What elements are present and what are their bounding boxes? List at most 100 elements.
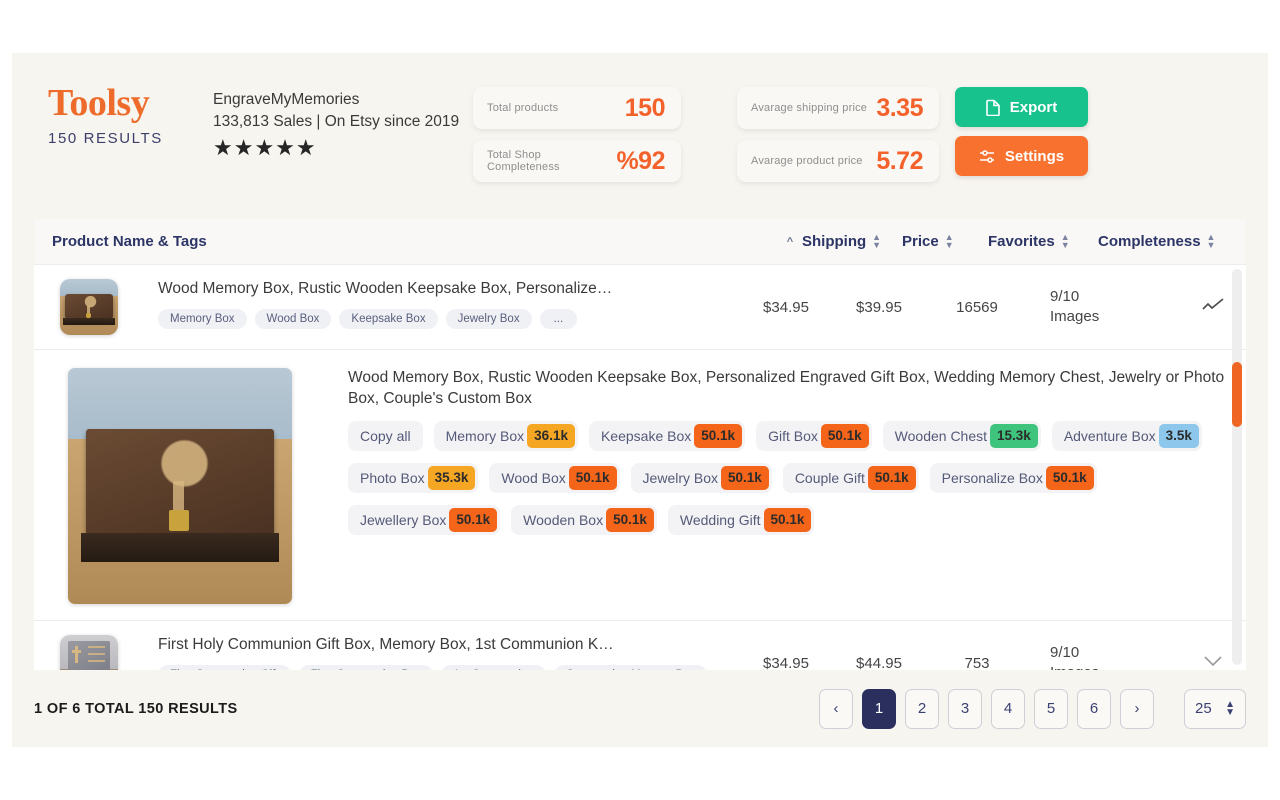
tag-count: 50.1k	[1045, 465, 1094, 490]
price-value: $39.95	[856, 298, 902, 316]
export-button[interactable]: Export	[955, 87, 1088, 127]
table-scrollbar-track[interactable]	[1232, 269, 1242, 665]
brand-logo: Toolsy	[48, 82, 150, 124]
tag-chip[interactable]: Jewellery Box 50.1k	[348, 504, 501, 535]
stat-total-shop-completeness: Total Shop Completeness %92	[473, 140, 681, 182]
tag-count: 50.1k	[820, 423, 869, 448]
tag-chip[interactable]: Keepsake Box	[339, 308, 438, 329]
stat-value: 150	[624, 93, 666, 122]
tag-chip[interactable]: Gift Box 50.1k	[756, 420, 872, 451]
pagination-page-1[interactable]: 1	[862, 688, 896, 729]
brand-results-label: 150 RESULTS	[48, 130, 163, 147]
copy-all-button[interactable]: Copy all	[348, 420, 423, 451]
stat-total-products: Total products 150	[473, 87, 681, 129]
tag-count: 50.1k	[721, 465, 769, 490]
product-image-large	[68, 368, 292, 604]
tag-chip[interactable]: Personalize Box 50.1k	[929, 462, 1097, 493]
tag-count: 50.1k	[568, 465, 617, 490]
tag-chip[interactable]: Jewelry Box 50.1k	[630, 462, 772, 493]
table-row[interactable]: First Holy Communion Gift Box, Memory Bo…	[34, 621, 1246, 670]
tag-count: 35.3k	[427, 465, 476, 490]
pagination-page-5[interactable]: 5	[1034, 688, 1068, 729]
shop-rating-stars: ★★★★★	[213, 135, 317, 160]
shop-meta: 133,813 Sales | On Etsy since 2019	[213, 113, 460, 130]
tag-chip[interactable]: Memory Box	[158, 308, 247, 329]
column-header-price[interactable]: Price ▲ ▼	[902, 233, 988, 250]
tag-more-chip[interactable]: ...	[539, 308, 578, 329]
toolsy-app: Toolsy 150 RESULTS EngraveMyMemories 133…	[12, 53, 1268, 747]
chevron-updown-icon: ▲ ▼	[1225, 698, 1235, 718]
tag-chip[interactable]: Wooden Box 50.1k	[511, 504, 657, 535]
per-page-select[interactable]: 25 ▲ ▼	[1184, 688, 1246, 729]
product-thumbnail	[60, 279, 118, 335]
tag-chip[interactable]: Wooden Chest 15.3k	[882, 420, 1041, 451]
sort-icon: ▲ ▼	[1060, 231, 1070, 250]
sort-icon: ▲ ▼	[1206, 231, 1216, 250]
table-scrollbar-thumb[interactable]	[1232, 362, 1242, 427]
tag-chip[interactable]: Wedding Gift 50.1k	[667, 504, 815, 535]
tag-count: 50.1k	[449, 507, 498, 532]
shipping-value: $34.95	[763, 654, 809, 671]
shop-name: EngraveMyMemories	[213, 91, 360, 108]
tag-label: Jewelry Box	[642, 469, 719, 486]
column-header-shipping[interactable]: Shipping ▲ ▼	[802, 233, 902, 250]
product-info: First Holy Communion Gift Box, Memory Bo…	[118, 635, 736, 670]
completeness-ratio: 9/10	[1050, 643, 1080, 661]
tag-count: 3.5k	[1158, 423, 1199, 448]
product-cell: First Holy Communion Gift Box, Memory Bo…	[52, 621, 736, 670]
pagination-prev-button[interactable]: ‹	[819, 688, 853, 729]
tag-label: Keepsake Box	[600, 427, 692, 444]
tag-label: Adventure Box	[1063, 427, 1156, 444]
stat-group-left: Total products 150 Total Shop Completene…	[473, 71, 681, 182]
tag-label: Wooden Chest	[894, 427, 988, 444]
column-header-favorites[interactable]: Favorites ▲ ▼	[988, 233, 1098, 250]
pagination-page-2[interactable]: 2	[905, 688, 939, 729]
app-header: Toolsy 150 RESULTS EngraveMyMemories 133…	[12, 53, 1268, 219]
tag-chip[interactable]: Adventure Box 3.5k	[1051, 420, 1202, 451]
pagination-next-button[interactable]: ›	[1120, 688, 1154, 729]
table-row[interactable]: Wood Memory Box, Rustic Wooden Keepsake …	[34, 265, 1246, 350]
tag-label: Gift Box	[768, 427, 818, 444]
pagination-page-3[interactable]: 3	[948, 688, 982, 729]
stat-value: 3.35	[876, 93, 923, 122]
column-label: Shipping	[802, 233, 867, 250]
completeness-value: 9/10 Images	[1032, 621, 1180, 670]
tag-count: 50.1k	[763, 507, 812, 532]
sort-caret-up-icon[interactable]: ^	[778, 236, 802, 248]
tag-chip[interactable]: Couple Gift 50.1k	[782, 462, 919, 493]
tag-chip[interactable]: Memory Box 36.1k	[433, 420, 578, 451]
completeness-value: 9/10 Images	[1032, 265, 1180, 349]
settings-button[interactable]: Settings	[955, 136, 1088, 176]
stat-label: Total products	[487, 102, 559, 114]
pagination-page-6[interactable]: 6	[1077, 688, 1111, 729]
table-body: Wood Memory Box, Rustic Wooden Keepsake …	[34, 265, 1246, 670]
tag-chip[interactable]: Keepsake Box 50.1k	[588, 420, 746, 451]
product-tags: Memory Box Wood Box Keepsake Box Jewelry…	[158, 308, 736, 329]
table-header-row: Product Name & Tags ^ Shipping ▲ ▼ Price …	[34, 219, 1246, 265]
results-summary: 1 OF 6 TOTAL 150 RESULTS	[34, 700, 238, 717]
sort-icon: ▲ ▼	[872, 231, 882, 250]
tag-chip[interactable]: Photo Box 35.3k	[348, 462, 479, 493]
copy-all-label: Copy all	[360, 427, 411, 444]
tag-chip[interactable]: Jewelry Box	[445, 308, 532, 329]
stat-group-right: Avarage shipping price 3.35 Avarage prod…	[737, 71, 939, 182]
table-row-expanded[interactable]: Wood Memory Box, Rustic Wooden Keepsake …	[34, 350, 1246, 621]
tag-chip[interactable]: Wood Box	[254, 308, 332, 329]
per-page-value: 25	[1195, 700, 1212, 717]
product-info: Wood Memory Box, Rustic Wooden Keepsake …	[292, 368, 1246, 604]
product-title: Wood Memory Box, Rustic Wooden Keepsake …	[348, 369, 1225, 407]
tag-chip[interactable]: Wood Box 50.1k	[489, 462, 620, 493]
sort-icon: ▲ ▼	[944, 231, 954, 250]
price-value: $44.95	[856, 654, 902, 671]
export-button-label: Export	[1009, 98, 1058, 116]
completeness-unit: Images	[1050, 308, 1100, 325]
products-panel: Product Name & Tags ^ Shipping ▲ ▼ Price …	[34, 219, 1246, 670]
column-header-product-name[interactable]: Product Name & Tags	[52, 233, 778, 250]
column-header-completeness[interactable]: Completeness ▲ ▼	[1098, 233, 1246, 250]
pagination-page-4[interactable]: 4	[991, 688, 1025, 729]
tag-label: Photo Box	[360, 469, 425, 486]
chevron-up-icon	[1202, 297, 1224, 317]
tag-count: 15.3k	[990, 423, 1038, 448]
product-cell: Wood Memory Box, Rustic Wooden Keepsake …	[52, 350, 1246, 620]
product-info: Wood Memory Box, Rustic Wooden Keepsake …	[118, 279, 736, 335]
